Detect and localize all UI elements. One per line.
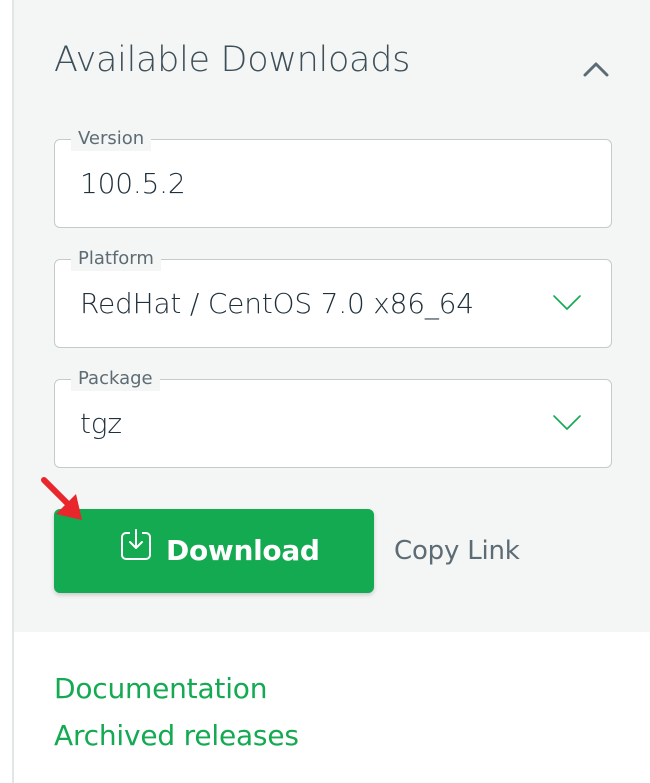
package-value: tgz bbox=[80, 407, 122, 440]
version-value: 100.5.2 bbox=[80, 167, 186, 200]
documentation-link[interactable]: Documentation bbox=[54, 671, 267, 707]
download-icon bbox=[121, 529, 151, 560]
downloads-page: Available Downloads Version 100.5.2 Plat… bbox=[0, 0, 650, 783]
version-field[interactable]: Version 100.5.2 bbox=[54, 127, 612, 228]
red-arrow-icon bbox=[41, 477, 82, 520]
download-label: Download bbox=[166, 534, 320, 567]
archived-releases-link[interactable]: Archived releases bbox=[54, 718, 299, 754]
chevron-down-icon bbox=[553, 295, 581, 310]
chevron-up-icon bbox=[583, 62, 609, 77]
package-select[interactable]: Package tgz bbox=[54, 367, 612, 468]
links-section bbox=[14, 632, 650, 783]
platform-label: Platform bbox=[71, 247, 161, 271]
chevron-down-icon bbox=[553, 415, 581, 430]
package-label: Package bbox=[71, 367, 160, 391]
collapse-button[interactable] bbox=[576, 52, 616, 86]
download-button[interactable]: Download bbox=[54, 509, 374, 593]
platform-select[interactable]: Platform RedHat / CentOS 7.0 x86_64 bbox=[54, 247, 612, 348]
platform-value: RedHat / CentOS 7.0 x86_64 bbox=[80, 287, 474, 320]
downloads-title: Available Downloads bbox=[54, 40, 411, 80]
copy-link-button[interactable]: Copy Link bbox=[394, 533, 520, 569]
version-label: Version bbox=[71, 127, 152, 151]
